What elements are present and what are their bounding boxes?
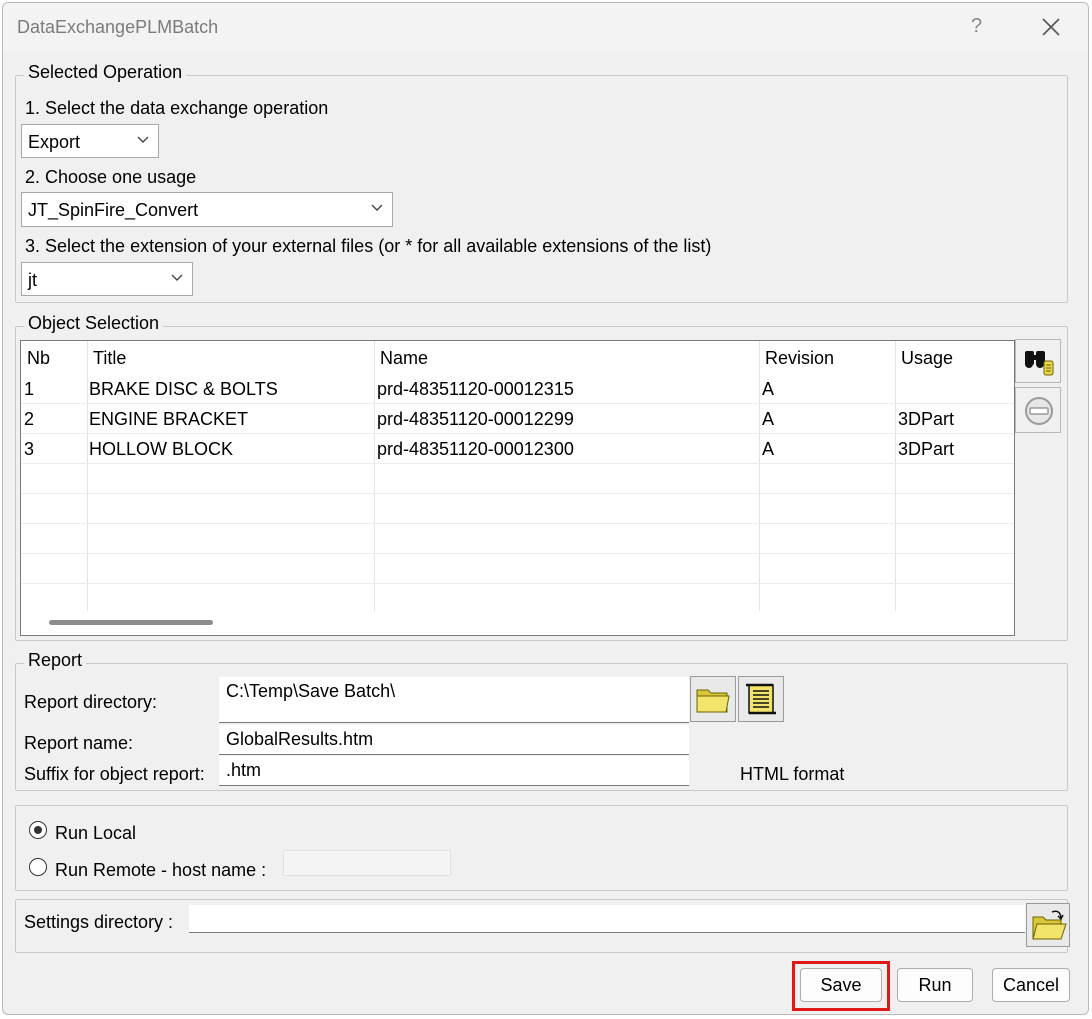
- operation-value: Export: [28, 132, 81, 152]
- help-button[interactable]: ?: [971, 15, 982, 38]
- column-header-nb[interactable]: Nb: [27, 348, 50, 369]
- view-report-button[interactable]: [738, 676, 784, 722]
- run-button[interactable]: Run: [897, 968, 973, 1002]
- cell-name: prd-48351120-00012315: [377, 379, 574, 399]
- cell-revision: A: [762, 409, 775, 429]
- column-header-usage[interactable]: Usage: [901, 348, 953, 369]
- table-row[interactable]: 2 ENGINE BRACKET prd-48351120-00012299 A…: [21, 404, 1014, 434]
- table-row-empty: [21, 494, 1014, 524]
- dialog-window: DataExchangePLMBatch ? Selected Operatio…: [2, 2, 1089, 1015]
- chevron-down-icon: [171, 274, 183, 281]
- report-name-value: GlobalResults.htm: [226, 729, 374, 749]
- scroll-icon: [746, 683, 776, 715]
- cell-usage: 3DPart: [898, 409, 955, 429]
- table-row-empty: [21, 554, 1014, 584]
- cell-nb: 2: [24, 409, 35, 429]
- close-icon[interactable]: [1039, 15, 1063, 39]
- extension-value: jt: [28, 270, 37, 290]
- folder-icon: [696, 689, 730, 713]
- save-button[interactable]: Save: [800, 968, 882, 1002]
- search-objects-button[interactable]: [1015, 339, 1061, 383]
- settings-directory-label: Settings directory :: [24, 912, 174, 932]
- window-title: DataExchangePLMBatch: [17, 17, 219, 37]
- table-row-empty: [21, 464, 1014, 494]
- title-bar: DataExchangePLMBatch ?: [3, 3, 1088, 51]
- binoculars-icon: [1025, 351, 1054, 376]
- report-directory-label: Report directory:: [24, 692, 158, 712]
- column-header-revision[interactable]: Revision: [765, 348, 834, 369]
- run-local-label[interactable]: Run Local: [55, 823, 136, 844]
- suffix-label: Suffix for object report:: [24, 764, 205, 784]
- table-row[interactable]: 1 BRAKE DISC & BOLTS prd-48351120-000123…: [21, 374, 1014, 404]
- report-name-label: Report name:: [24, 733, 134, 753]
- object-selection-legend: Object Selection: [24, 313, 164, 334]
- run-remote-radio[interactable]: [29, 858, 47, 876]
- cell-name: prd-48351120-00012300: [377, 439, 574, 459]
- remove-icon: [1025, 397, 1053, 425]
- step1-label: 1. Select the data exchange operation: [25, 98, 329, 118]
- run-remote-label[interactable]: Run Remote - host name :: [55, 860, 266, 881]
- object-table[interactable]: Nb Title Name Revision Usage 1 BRAKE DIS…: [20, 340, 1015, 636]
- extension-select[interactable]: jt: [21, 262, 193, 296]
- cell-title: HOLLOW BLOCK: [89, 439, 234, 459]
- report-name-input[interactable]: GlobalResults.htm: [219, 725, 689, 755]
- report-legend: Report: [24, 650, 87, 671]
- suffix-input[interactable]: .htm: [219, 756, 689, 786]
- remove-object-button[interactable]: [1015, 387, 1061, 433]
- horizontal-scrollbar[interactable]: [49, 620, 213, 625]
- run-local-radio[interactable]: [29, 821, 47, 839]
- column-header-name[interactable]: Name: [380, 348, 428, 369]
- browse-settings-button[interactable]: [1026, 903, 1070, 947]
- host-name-input: [283, 850, 451, 876]
- table-row[interactable]: 3 HOLLOW BLOCK prd-48351120-00012300 A 3…: [21, 434, 1014, 464]
- cell-usage: 3DPart: [898, 439, 955, 459]
- report-directory-value: C:\Temp\Save Batch\: [226, 681, 396, 701]
- cell-revision: A: [762, 379, 775, 399]
- report-directory-input[interactable]: C:\Temp\Save Batch\: [219, 677, 689, 723]
- chevron-down-icon: [137, 136, 149, 143]
- cell-revision: A: [762, 439, 775, 459]
- step2-label: 2. Choose one usage: [25, 167, 197, 187]
- cell-nb: 3: [24, 439, 35, 459]
- selected-operation-legend: Selected Operation: [24, 62, 187, 83]
- usage-value: JT_SpinFire_Convert: [28, 200, 199, 220]
- usage-select[interactable]: JT_SpinFire_Convert: [21, 192, 393, 227]
- html-format-label: HTML format: [740, 764, 845, 784]
- cancel-button[interactable]: Cancel: [992, 968, 1070, 1002]
- chevron-down-icon: [371, 204, 383, 211]
- table-row-empty: [21, 524, 1014, 554]
- open-folder-icon: [1032, 910, 1067, 940]
- settings-directory-input[interactable]: [189, 905, 1025, 933]
- cell-title: ENGINE BRACKET: [89, 409, 249, 429]
- step3-label: 3. Select the extension of your external…: [25, 236, 712, 256]
- cell-title: BRAKE DISC & BOLTS: [89, 379, 278, 399]
- cell-name: prd-48351120-00012299: [377, 409, 574, 429]
- browse-folder-button[interactable]: [690, 676, 736, 722]
- column-header-title[interactable]: Title: [93, 348, 126, 369]
- operation-select[interactable]: Export: [21, 124, 159, 158]
- table-header: Nb Title Name Revision Usage: [21, 341, 1014, 374]
- cell-nb: 1: [24, 379, 35, 399]
- suffix-value: .htm: [226, 760, 262, 780]
